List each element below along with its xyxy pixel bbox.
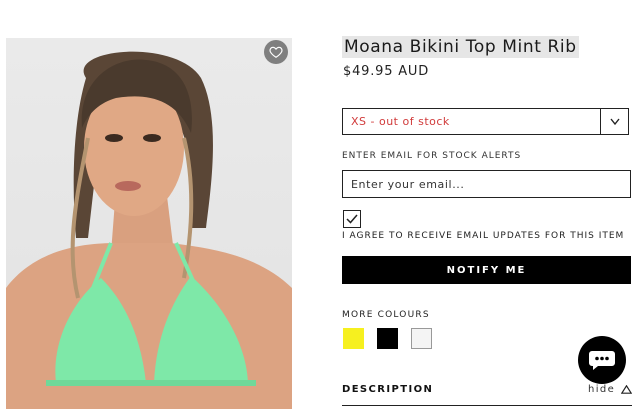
triangle-up-icon <box>621 385 633 394</box>
description-heading[interactable]: DESCRIPTION <box>342 384 433 395</box>
size-select-value: XS - out of stock <box>351 115 450 128</box>
description-toggle[interactable]: hide <box>588 384 633 395</box>
chat-button[interactable] <box>578 336 626 384</box>
agree-checkbox[interactable] <box>343 210 361 228</box>
favourite-button[interactable] <box>264 40 288 64</box>
checkmark-icon <box>346 214 358 224</box>
product-title: Moana Bikini Top Mint Rib <box>342 36 579 58</box>
swatch-yellow[interactable] <box>343 328 364 349</box>
chat-bubble-icon <box>589 351 615 370</box>
description-toggle-label: hide <box>588 384 616 395</box>
more-colours-label: MORE COLOURS <box>342 310 430 320</box>
notify-me-button[interactable]: NOTIFY ME <box>342 256 631 284</box>
description-divider <box>342 405 632 406</box>
product-price: $49.95 AUD <box>343 64 430 79</box>
size-select-arrow[interactable] <box>600 109 628 134</box>
size-select[interactable]: XS - out of stock <box>342 108 629 135</box>
swatch-black[interactable] <box>377 328 398 349</box>
swatch-white[interactable] <box>411 328 432 349</box>
agree-label: I AGREE TO RECEIVE EMAIL UPDATES FOR THI… <box>342 231 625 241</box>
heart-icon <box>269 46 283 58</box>
product-image[interactable] <box>6 38 292 409</box>
product-photo-illustration <box>6 51 292 409</box>
email-input[interactable] <box>342 170 631 198</box>
chevron-down-icon <box>609 118 620 125</box>
stock-alert-label: ENTER EMAIL FOR STOCK ALERTS <box>342 151 522 161</box>
